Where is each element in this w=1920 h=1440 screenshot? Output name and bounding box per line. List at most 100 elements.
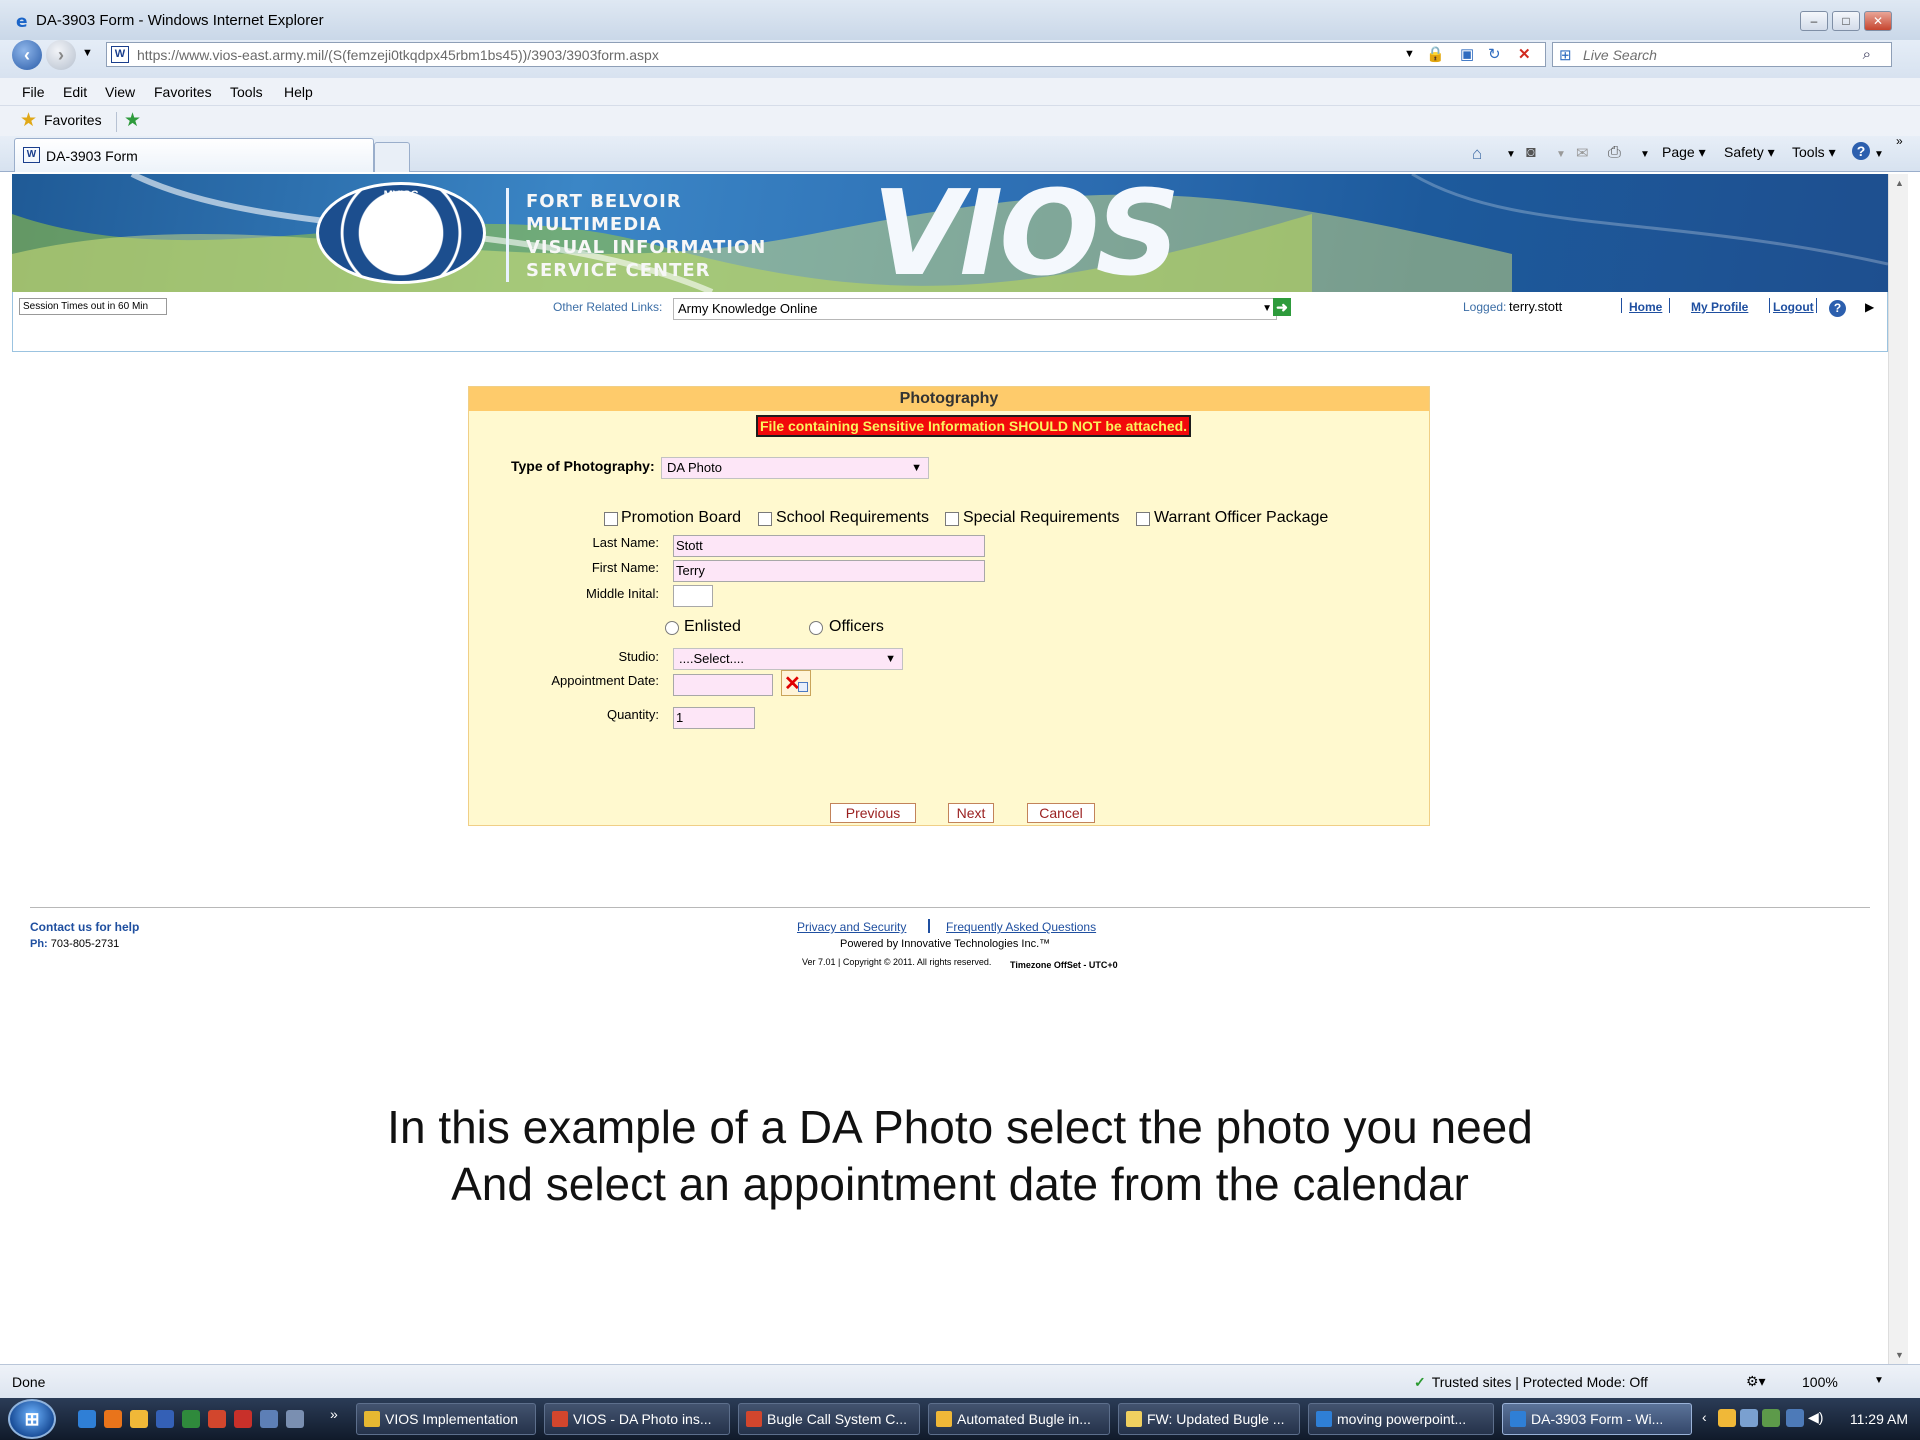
studio-select[interactable]: ....Select.... ▼ [673,648,903,670]
safety-menu[interactable]: Safety ▾ [1724,144,1775,161]
tray-app-icon[interactable] [1718,1409,1736,1427]
zoom-level[interactable]: 100% [1802,1374,1838,1390]
search-input[interactable]: ⊞ Live Search ⌕ [1552,42,1892,67]
special-requirements-checkbox[interactable] [945,512,959,526]
firefox-quicklaunch-icon[interactable] [104,1410,122,1428]
print-icon[interactable]: ⎙ [1608,144,1621,162]
home-icon[interactable]: ⌂ [1472,144,1482,164]
appointment-date-input[interactable] [673,674,773,696]
next-button[interactable]: Next [948,803,994,823]
scroll-up-icon[interactable]: ▲ [1895,178,1904,188]
taskbar-item-label: VIOS - DA Photo ins... [573,1411,712,1427]
taskbar-item[interactable]: Bugle Call System C... [738,1403,920,1435]
recent-pages-dropdown-icon[interactable]: ▼ [82,47,93,59]
home-link[interactable]: Home [1629,300,1662,314]
ie-quicklaunch-icon[interactable] [78,1410,96,1428]
logout-link[interactable]: Logout [1773,300,1814,314]
powerpoint-quicklaunch-icon[interactable] [208,1410,226,1428]
compatibility-icon[interactable]: ▣ [1460,45,1474,63]
print-dropdown-icon[interactable]: ▼ [1640,149,1650,160]
feeds-dropdown-icon[interactable]: ▼ [1556,149,1566,160]
photography-type-select[interactable]: DA Photo ▼ [661,457,929,479]
promotion-board-checkbox[interactable] [604,512,618,526]
start-button[interactable]: ⊞ [8,1399,56,1439]
new-tab-button[interactable] [374,142,410,172]
volume-icon[interactable]: ◀) [1808,1409,1823,1426]
menu-favorites[interactable]: Favorites [154,84,212,100]
quantity-input[interactable]: 1 [673,707,755,729]
quicklaunch-overflow-icon[interactable]: » [330,1406,338,1422]
tab-da-3903-form[interactable]: W DA-3903 Form [14,138,374,172]
search-icon[interactable]: ⌕ [1863,46,1871,63]
mail-icon[interactable]: ✉ [1576,144,1589,162]
last-name-input[interactable]: Stott [673,535,985,557]
page-menu[interactable]: Page ▾ [1662,144,1706,161]
address-dropdown-icon[interactable]: ▼ [1404,48,1415,60]
forward-icon[interactable]: › [46,40,76,70]
school-requirements-label: School Requirements [776,509,929,526]
maximize-button[interactable]: □ [1832,11,1860,31]
school-requirements-checkbox[interactable] [758,512,772,526]
taskbar-item[interactable]: moving powerpoint... [1308,1403,1494,1435]
tray-app-icon[interactable] [1740,1409,1758,1427]
zoom-dropdown-icon[interactable]: ▼ [1874,1375,1884,1386]
protected-mode-icon[interactable]: ⚙▾ [1746,1373,1766,1390]
more-tools-chevron-icon[interactable]: » [1896,134,1903,148]
address-input[interactable]: W https://www.vios-east.army.mil/(S(femz… [106,42,1546,67]
checkmark-icon: ✓ [1414,1374,1426,1390]
minimize-button[interactable]: – [1800,11,1828,31]
warrant-officer-package-checkbox[interactable] [1136,512,1150,526]
excel-quicklaunch-icon[interactable] [182,1410,200,1428]
tray-expand-icon[interactable]: ‹ [1702,1409,1707,1425]
menu-edit[interactable]: Edit [63,84,87,100]
clock[interactable]: 11:29 AM [1850,1411,1908,1427]
middle-initial-input[interactable] [673,585,713,607]
taskbar-item[interactable]: FW: Updated Bugle ... [1118,1403,1300,1435]
menu-tools[interactable]: Tools [230,84,263,100]
previous-button[interactable]: Previous [830,803,916,823]
network-icon[interactable] [1786,1409,1804,1427]
first-name-input[interactable]: Terry [673,560,985,582]
tray-app-icon[interactable] [1762,1409,1780,1427]
home-dropdown-icon[interactable]: ▼ [1506,149,1516,160]
close-window-button[interactable]: ✕ [1864,11,1892,31]
chevron-down-icon: ▼ [911,462,922,474]
add-favorites-icon[interactable]: ★ [124,109,141,132]
taskbar-item-active[interactable]: DA-3903 Form - Wi... [1502,1403,1692,1435]
favorites-button[interactable]: Favorites [44,112,102,128]
refresh-icon[interactable]: ↻ [1488,45,1501,63]
privacy-security-link[interactable]: Privacy and Security [797,920,906,934]
go-arrow-button[interactable]: ➜ [1273,298,1291,316]
status-bar: Done ✓ Trusted sites | Protected Mode: Of… [0,1364,1920,1398]
enlisted-radio[interactable] [665,621,679,635]
desktop-quicklaunch-icon[interactable] [260,1410,278,1428]
cancel-button[interactable]: Cancel [1027,803,1095,823]
stop-icon[interactable]: ✕ [1518,45,1531,63]
taskbar-item[interactable]: VIOS - DA Photo ins... [544,1403,730,1435]
officers-radio[interactable] [809,621,823,635]
help-icon[interactable]: ? [1829,300,1846,317]
my-profile-link[interactable]: My Profile [1691,300,1748,314]
lock-icon[interactable]: 🔒 [1426,45,1445,63]
taskbar-item[interactable]: VIOS Implementation [356,1403,536,1435]
faq-link[interactable]: Frequently Asked Questions [946,920,1096,934]
help-dropdown-icon[interactable]: ▼ [1874,149,1884,160]
word-quicklaunch-icon[interactable] [156,1410,174,1428]
back-icon[interactable]: ‹ [12,40,42,70]
menu-help[interactable]: Help [284,84,313,100]
switch-windows-quicklaunch-icon[interactable] [286,1410,304,1428]
tools-menu[interactable]: Tools ▾ [1792,144,1836,161]
expand-arrow-icon[interactable]: ▶ [1865,300,1874,314]
scroll-down-icon[interactable]: ▼ [1895,1350,1904,1360]
related-links-select[interactable]: Army Knowledge Online ▼ [673,298,1277,320]
security-zone[interactable]: ✓ Trusted sites | Protected Mode: Off [1414,1374,1648,1391]
menu-view[interactable]: View [105,84,135,100]
menu-file[interactable]: File [22,84,45,100]
taskbar-item[interactable]: Automated Bugle in... [928,1403,1110,1435]
feeds-icon[interactable]: ◙ [1526,144,1536,162]
help-menu-icon[interactable]: ? [1852,142,1870,160]
favorites-star-icon[interactable]: ★ [20,109,37,132]
outlook-quicklaunch-icon[interactable] [130,1410,148,1428]
acrobat-quicklaunch-icon[interactable] [234,1410,252,1428]
calendar-icon[interactable]: ✕ [781,670,811,696]
